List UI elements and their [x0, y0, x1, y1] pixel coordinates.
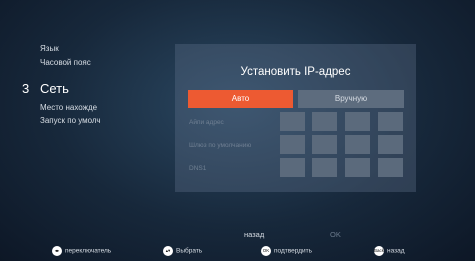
dns1-octet-4[interactable]	[378, 158, 403, 177]
footer-hints: ◂▸ переключатель ▴▾ Выбрать OK подтвердить …	[0, 242, 475, 261]
gateway-octet-1[interactable]	[280, 135, 305, 154]
left-right-icon: ◂▸	[52, 246, 62, 256]
gateway-label: Шлюз по умолчанию	[189, 142, 252, 149]
back-button[interactable]: назад	[244, 230, 264, 239]
ip-octet-3[interactable]	[345, 112, 370, 131]
dialog-title: Установить IP-адрес	[240, 66, 351, 78]
gateway-octet-2[interactable]	[312, 135, 337, 154]
up-down-icon: ▴▾	[163, 246, 173, 256]
hint-back: Back назад	[374, 246, 405, 256]
back-icon: Back	[374, 246, 384, 256]
hint-confirm: OK подтвердить	[261, 246, 313, 256]
ip-address-label: Айпи адрес	[189, 119, 224, 126]
manual-button[interactable]: Вручную	[298, 90, 404, 108]
settings-sidebar: Язык Часовой пояс 3 Сеть Место нахожде З…	[0, 0, 160, 261]
sidebar-item-timezone[interactable]: Часовой пояс	[40, 58, 91, 67]
dns1-octet-2[interactable]	[312, 158, 337, 177]
sidebar-item-network[interactable]: Сеть	[40, 81, 69, 96]
ip-octet-1[interactable]	[280, 112, 305, 131]
auto-button[interactable]: Авто	[188, 90, 293, 108]
gateway-octet-3[interactable]	[345, 135, 370, 154]
ok-button[interactable]: OK	[330, 230, 341, 239]
gateway-octet-4[interactable]	[378, 135, 403, 154]
ip-octet-4[interactable]	[378, 112, 403, 131]
dns1-octet-3[interactable]	[345, 158, 370, 177]
ok-icon: OK	[261, 246, 271, 256]
hint-select: ▴▾ Выбрать	[163, 246, 202, 256]
dns1-octet-1[interactable]	[280, 158, 305, 177]
dns1-label: DNS1	[189, 165, 207, 172]
sidebar-item-location[interactable]: Место нахожде	[40, 103, 123, 112]
sidebar-active-number: 3	[22, 81, 30, 96]
sidebar-item-startup[interactable]: Запуск по умолч	[40, 116, 123, 125]
ip-address-dialog: Установить IP-адрес Авто Вручную Айпи ад…	[175, 44, 416, 192]
sidebar-item-language[interactable]: Язык	[40, 44, 59, 53]
ip-octet-2[interactable]	[312, 112, 337, 131]
hint-toggle: ◂▸ переключатель	[52, 246, 111, 256]
